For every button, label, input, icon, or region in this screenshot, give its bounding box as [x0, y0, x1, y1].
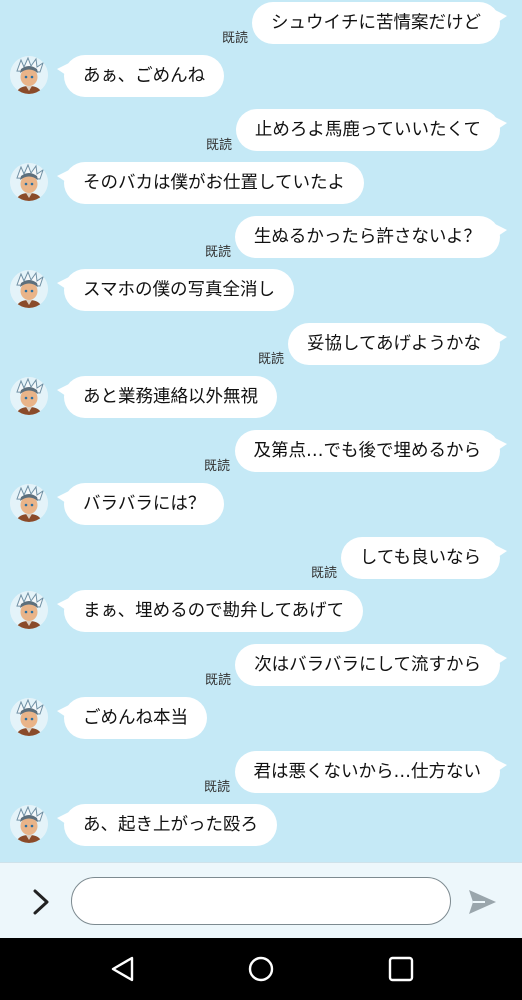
message-bubble[interactable]: しても良いなら — [340, 537, 508, 579]
back-triangle-icon[interactable] — [107, 953, 139, 985]
avatar[interactable] — [10, 484, 48, 522]
message-bubble[interactable]: ごめんね本当 — [57, 697, 207, 739]
message-row-outgoing: しても良いなら 既読 — [0, 537, 522, 583]
home-circle-icon[interactable] — [245, 953, 277, 985]
message-row-outgoing: シュウイチに苦情案だけど 既読 — [0, 2, 522, 48]
message-row-outgoing: 妥協してあげようかな 既読 — [0, 323, 522, 369]
message-bubble[interactable]: 生ぬるかったら許さないよ？ — [234, 216, 508, 258]
avatar[interactable] — [10, 805, 48, 843]
message-row-incoming: あ、起き上がった殴ろ — [0, 804, 522, 850]
avatar[interactable] — [10, 163, 48, 201]
message-bubble[interactable]: そのバカは僕がお仕置していたよ — [57, 162, 364, 204]
chat-area[interactable]: シュウイチに苦情案だけど 既読 あぁ、ごめんね 止めろよ馬鹿っていいたくて 既読 そのバカ… — [0, 0, 522, 862]
message-row-incoming: そのバカは僕がお仕置していたよ — [0, 162, 522, 208]
avatar[interactable] — [10, 56, 48, 94]
message-bubble[interactable]: 止めろよ馬鹿っていいたくて — [235, 109, 508, 151]
message-bubble[interactable]: 及第点…でも後で埋めるから — [234, 430, 507, 472]
message-bubble[interactable]: 君は悪くないから…仕方ない — [234, 751, 507, 793]
avatar[interactable] — [10, 377, 48, 415]
read-receipt: 既読 — [205, 245, 232, 260]
message-row-incoming: あと業務連絡以外無視 — [0, 376, 522, 422]
message-row-outgoing: 及第点…でも後で埋めるから 既読 — [0, 430, 522, 476]
message-bubble[interactable]: あぁ、ごめんね — [56, 55, 225, 97]
message-bubble[interactable]: 妥協してあげようかな — [288, 323, 507, 365]
message-row-incoming: ごめんね本当 — [0, 697, 522, 743]
message-row-outgoing: 次はバラバラにして流すから 既読 — [0, 644, 522, 690]
message-row-outgoing: 君は悪くないから…仕方ない 既読 — [0, 751, 522, 797]
avatar[interactable] — [10, 698, 48, 736]
read-receipt: 既読 — [204, 459, 231, 474]
message-bubble[interactable]: まぁ、埋めるので勘弁してあげて — [56, 590, 364, 632]
send-icon[interactable] — [465, 885, 499, 919]
message-bubble[interactable]: スマホの僕の写真全消し — [57, 269, 294, 311]
recents-square-icon[interactable] — [385, 953, 417, 985]
read-receipt: 既読 — [205, 673, 232, 688]
message-bubble[interactable]: シュウイチに苦情案だけど — [252, 2, 507, 44]
message-row-incoming: あぁ、ごめんね — [0, 55, 522, 101]
message-bubble[interactable]: あ、起き上がった殴ろ — [57, 804, 277, 846]
message-row-incoming: スマホの僕の写真全消し — [0, 269, 522, 315]
message-bubble[interactable]: あと業務連絡以外無視 — [57, 376, 277, 418]
avatar[interactable] — [10, 270, 48, 308]
avatar[interactable] — [10, 591, 48, 629]
read-receipt: 既読 — [222, 31, 249, 46]
message-bubble[interactable]: 次はバラバラにして流すから — [235, 644, 507, 686]
message-row-outgoing: 止めろよ馬鹿っていいたくて 既読 — [0, 109, 522, 155]
chevron-right-icon[interactable] — [22, 883, 60, 921]
message-composer — [0, 862, 522, 939]
message-row-outgoing: 生ぬるかったら許さないよ？ 既読 — [0, 216, 522, 262]
message-row-incoming: まぁ、埋めるので勘弁してあげて — [0, 590, 522, 636]
message-row-incoming: バラバラには？ — [0, 483, 522, 529]
system-navigation-bar — [0, 938, 522, 1000]
read-receipt: 既読 — [311, 566, 338, 581]
read-receipt: 既読 — [258, 352, 285, 367]
read-receipt: 既読 — [206, 138, 233, 153]
read-receipt: 既読 — [204, 780, 231, 795]
message-bubble[interactable]: バラバラには？ — [56, 483, 225, 525]
message-input[interactable] — [71, 877, 451, 925]
